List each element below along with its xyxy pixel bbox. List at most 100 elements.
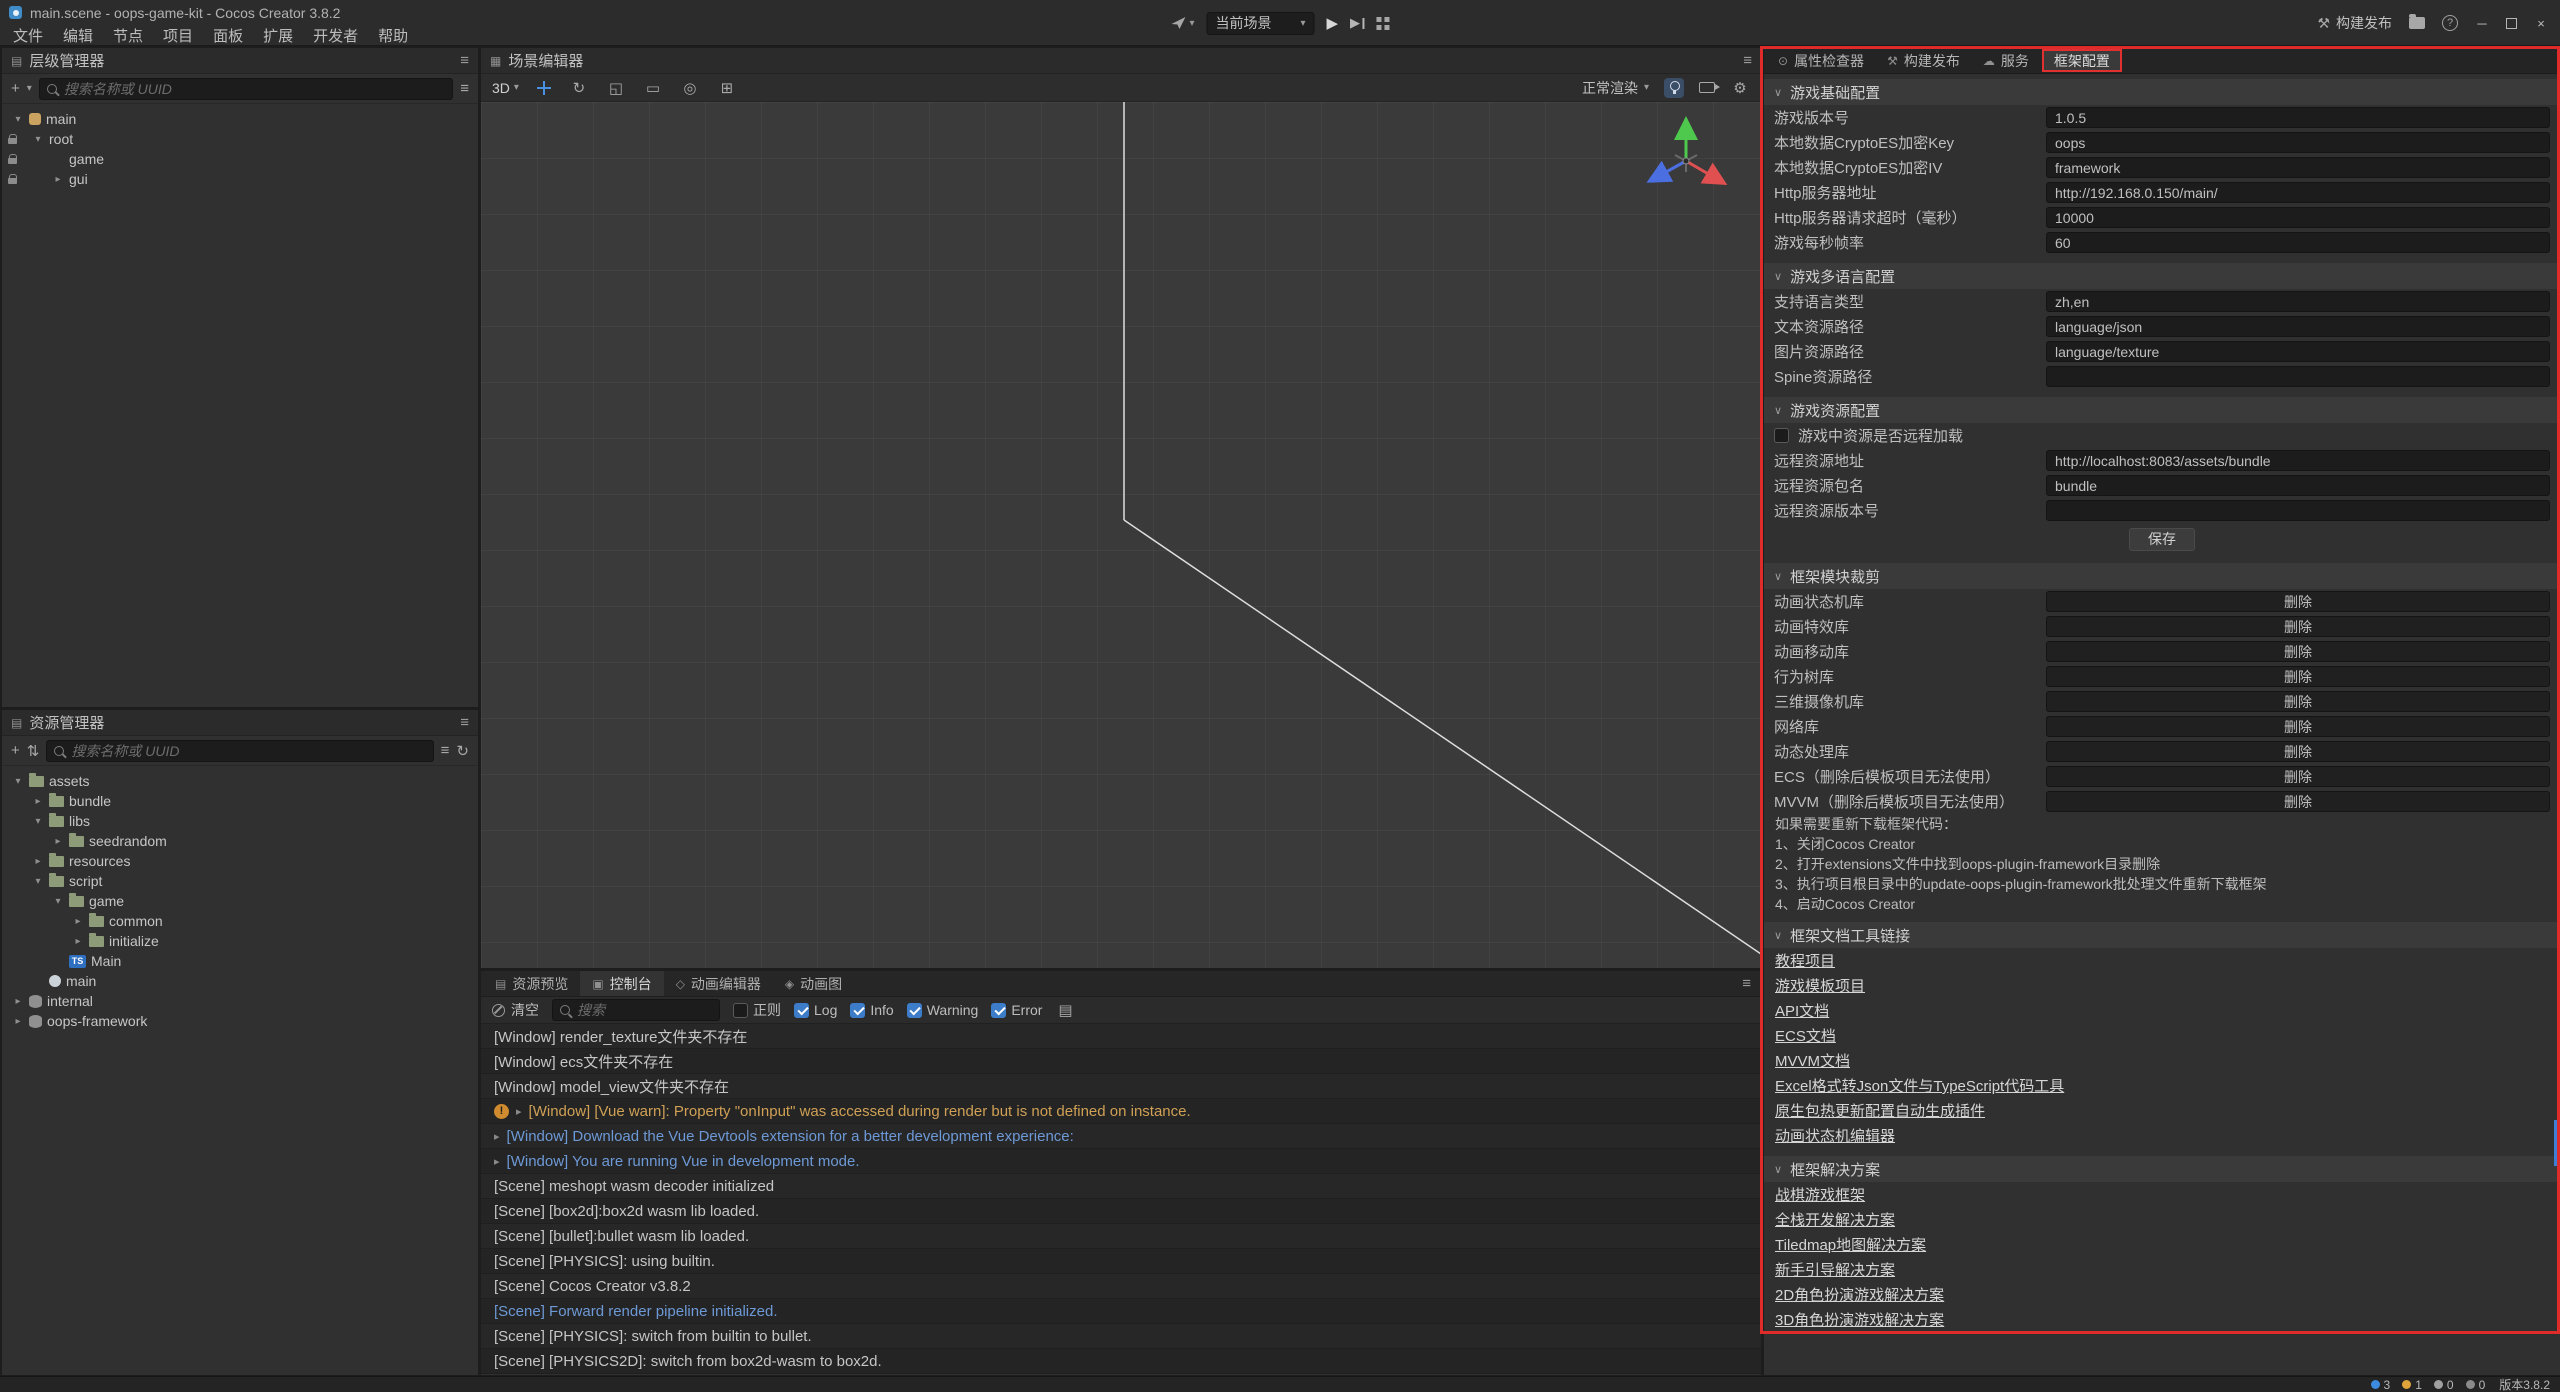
inspector-tab-0[interactable]: ⊙属性检查器 xyxy=(1768,49,1874,72)
caret-icon[interactable]: ▸ xyxy=(52,174,64,185)
rect-tool-icon[interactable]: ▭ xyxy=(643,79,663,97)
status-error[interactable]: 0 xyxy=(2434,1378,2454,1392)
asset-row-12[interactable]: ▸oops-framework xyxy=(2,1011,478,1031)
log-row-9[interactable]: [Scene] [PHYSICS]: using builtin. xyxy=(481,1249,1761,1274)
caret-icon[interactable]: ▸ xyxy=(52,836,64,847)
caret-icon[interactable]: ▾ xyxy=(32,876,44,887)
step-button[interactable]: ▶ xyxy=(1350,15,1365,31)
delete-button[interactable]: 删除 xyxy=(2046,766,2550,787)
log-row-13[interactable]: [Scene] [PHYSICS2D]: switch from box2d-w… xyxy=(481,1349,1761,1374)
delete-button[interactable]: 删除 xyxy=(2046,691,2550,712)
asset-row-7[interactable]: ▸common xyxy=(2,911,478,931)
property-input[interactable]: language/json xyxy=(2046,316,2550,337)
doc-link[interactable]: 全栈开发解决方案 xyxy=(1775,1209,1895,1230)
filter-error[interactable]: Error xyxy=(991,1002,1042,1018)
help-icon[interactable]: ? xyxy=(2442,15,2458,31)
doc-link[interactable]: API文档 xyxy=(1775,1000,1829,1021)
doc-link[interactable]: Excel格式转Json文件与TypeScript代码工具 xyxy=(1775,1075,2064,1096)
doc-link[interactable]: MVVM文档 xyxy=(1775,1050,1850,1071)
expand-icon[interactable]: ▸ xyxy=(494,1130,500,1143)
menu-item-7[interactable]: 帮助 xyxy=(368,25,418,46)
axis-gizmo[interactable] xyxy=(1631,106,1741,216)
snap-toggle-icon[interactable]: ⊞ xyxy=(717,79,737,97)
menu-item-0[interactable]: 文件 xyxy=(3,25,53,46)
menu-item-3[interactable]: 项目 xyxy=(153,25,203,46)
delete-button[interactable]: 删除 xyxy=(2046,791,2550,812)
preview-platform-icon[interactable]: ▾ xyxy=(1170,15,1194,31)
create-asset-button[interactable]: + xyxy=(11,742,20,759)
status-warning[interactable]: 1 xyxy=(2402,1378,2422,1392)
close-button[interactable]: × xyxy=(2534,16,2548,31)
asset-row-9[interactable]: TSMain xyxy=(2,951,478,971)
asset-row-4[interactable]: ▸resources xyxy=(2,851,478,871)
delete-button[interactable]: 删除 xyxy=(2046,741,2550,762)
layout-grid-icon[interactable] xyxy=(1377,17,1390,30)
console-tab-0[interactable]: ▤资源预览 xyxy=(483,971,580,996)
console-tab-3[interactable]: ◈动画图 xyxy=(773,971,854,996)
hierarchy-row-2[interactable]: game xyxy=(2,149,478,169)
property-input[interactable]: 1.0.5 xyxy=(2046,107,2550,128)
render-mode-select[interactable]: 正常渲染 ▾ xyxy=(1582,78,1649,98)
play-button[interactable]: ▶ xyxy=(1326,14,1338,32)
projection-toggle[interactable]: 3D ▾ xyxy=(492,80,519,96)
asset-row-10[interactable]: main xyxy=(2,971,478,991)
log-row-1[interactable]: [Window] ecs文件夹不存在 xyxy=(481,1049,1761,1074)
log-row-6[interactable]: [Scene] meshopt wasm decoder initialized xyxy=(481,1174,1761,1199)
doc-link[interactable]: 教程项目 xyxy=(1775,950,1835,971)
property-input[interactable]: framework xyxy=(2046,157,2550,178)
create-node-button[interactable]: + xyxy=(11,80,20,97)
filter-icon[interactable]: ≡ xyxy=(460,80,469,97)
doc-link[interactable]: 战棋游戏框架 xyxy=(1775,1184,1865,1205)
log-row-7[interactable]: [Scene] [box2d]:box2d wasm lib loaded. xyxy=(481,1199,1761,1224)
console-search-input[interactable]: 搜索 xyxy=(552,999,720,1021)
asset-row-2[interactable]: ▾libs xyxy=(2,811,478,831)
expand-icon[interactable]: ▸ xyxy=(494,1155,500,1168)
save-button[interactable]: 保存 xyxy=(2129,528,2195,551)
panel-menu-icon[interactable]: ≡ xyxy=(460,52,469,69)
doc-link[interactable]: 3D角色扮演游戏解决方案 xyxy=(1775,1309,1944,1330)
asset-row-11[interactable]: ▸internal xyxy=(2,991,478,1011)
log-row-2[interactable]: [Window] model_view文件夹不存在 xyxy=(481,1074,1761,1099)
maximize-button[interactable] xyxy=(2506,18,2517,29)
delete-button[interactable]: 删除 xyxy=(2046,591,2550,612)
panel-menu-icon[interactable]: ≡ xyxy=(460,714,469,731)
panel-menu-icon[interactable]: ≡ xyxy=(1742,975,1761,992)
log-row-0[interactable]: [Window] render_texture文件夹不存在 xyxy=(481,1024,1761,1049)
hierarchy-row-3[interactable]: ▸gui xyxy=(2,169,478,189)
section-header[interactable]: ∨游戏资源配置 xyxy=(1764,397,2560,423)
minimize-button[interactable]: ─ xyxy=(2475,16,2489,31)
delete-button[interactable]: 删除 xyxy=(2046,666,2550,687)
asset-row-3[interactable]: ▸seedrandom xyxy=(2,831,478,851)
build-publish-button[interactable]: ⚒ 构建发布 xyxy=(2317,13,2392,33)
filter-warning[interactable]: Warning xyxy=(907,1002,979,1018)
caret-icon[interactable]: ▸ xyxy=(72,936,84,947)
section-header[interactable]: ∨框架文档工具链接 xyxy=(1764,922,2560,948)
asset-row-5[interactable]: ▾script xyxy=(2,871,478,891)
caret-icon[interactable]: ▸ xyxy=(72,916,84,927)
log-row-12[interactable]: [Scene] [PHYSICS]: switch from builtin t… xyxy=(481,1324,1761,1349)
property-input[interactable] xyxy=(2046,500,2550,521)
menu-item-6[interactable]: 开发者 xyxy=(303,25,368,46)
asset-row-0[interactable]: ▾assets xyxy=(2,771,478,791)
regex-toggle[interactable]: 正则 xyxy=(733,1000,781,1020)
rotate-tool-icon[interactable]: ↻ xyxy=(569,79,589,97)
refresh-icon[interactable]: ↻ xyxy=(456,742,469,760)
asset-row-1[interactable]: ▸bundle xyxy=(2,791,478,811)
menu-item-2[interactable]: 节点 xyxy=(103,25,153,46)
section-header[interactable]: ∨框架模块裁剪 xyxy=(1764,563,2560,589)
caret-icon[interactable]: ▾ xyxy=(12,776,24,787)
property-input[interactable]: language/texture xyxy=(2046,341,2550,362)
delete-button[interactable]: 删除 xyxy=(2046,716,2550,737)
current-scene-select[interactable]: 当前场景 ▾ xyxy=(1206,12,1314,35)
caret-icon[interactable]: ▸ xyxy=(32,796,44,807)
doc-link[interactable]: Tiledmap地图解决方案 xyxy=(1775,1234,1926,1255)
checkbox-icon[interactable] xyxy=(1774,428,1789,443)
caret-icon[interactable]: ▾ xyxy=(32,134,44,145)
move-tool-icon[interactable] xyxy=(536,80,552,96)
log-row-11[interactable]: [Scene] Forward render pipeline initiali… xyxy=(481,1299,1761,1324)
property-input[interactable]: http://192.168.0.150/main/ xyxy=(2046,182,2550,203)
property-input[interactable] xyxy=(2046,366,2550,387)
chevron-down-icon[interactable]: ▾ xyxy=(27,83,32,94)
caret-icon[interactable]: ▸ xyxy=(32,856,44,867)
asset-row-8[interactable]: ▸initialize xyxy=(2,931,478,951)
